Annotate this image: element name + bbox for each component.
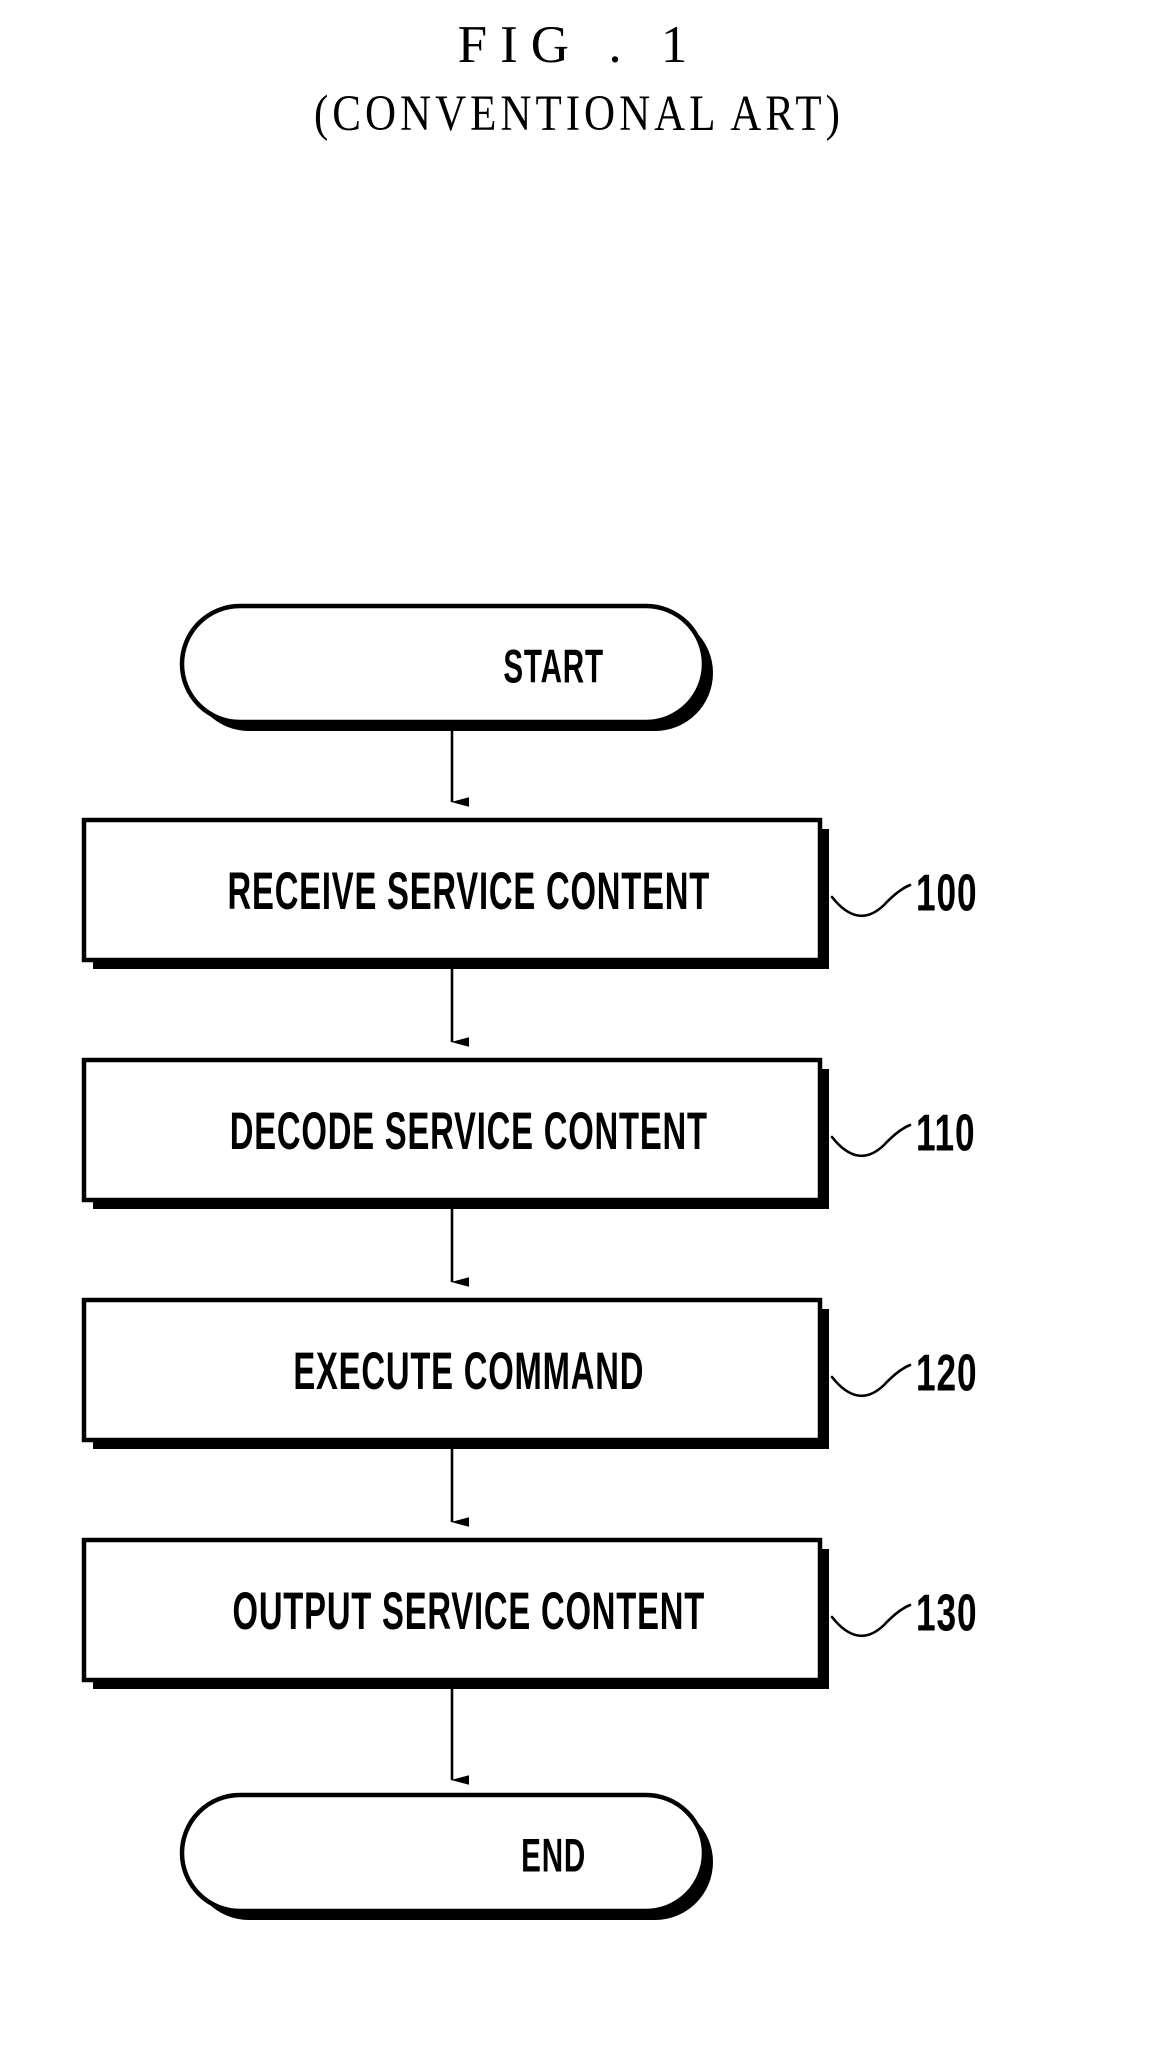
leader-line-110 (830, 1123, 912, 1158)
reference-numeral-130: 130 (916, 1583, 978, 1642)
node-step100 (81, 817, 829, 969)
node-step110 (81, 1057, 829, 1209)
node-start (179, 603, 713, 731)
leader-line-100 (830, 883, 912, 918)
node-step120 (81, 1297, 829, 1449)
leader-line-120 (830, 1363, 912, 1398)
leader-line-130 (830, 1603, 912, 1638)
node-end (179, 1792, 713, 1920)
reference-numeral-120: 120 (916, 1343, 978, 1402)
patent-figure: FIG . 1 (CONVENTIONAL ART) START RECEIVE… (0, 0, 1158, 2048)
flowchart-diagram (81, 603, 912, 1920)
node-step130 (81, 1537, 829, 1689)
reference-numeral-100: 100 (916, 863, 978, 922)
reference-numeral-110: 110 (916, 1103, 976, 1162)
